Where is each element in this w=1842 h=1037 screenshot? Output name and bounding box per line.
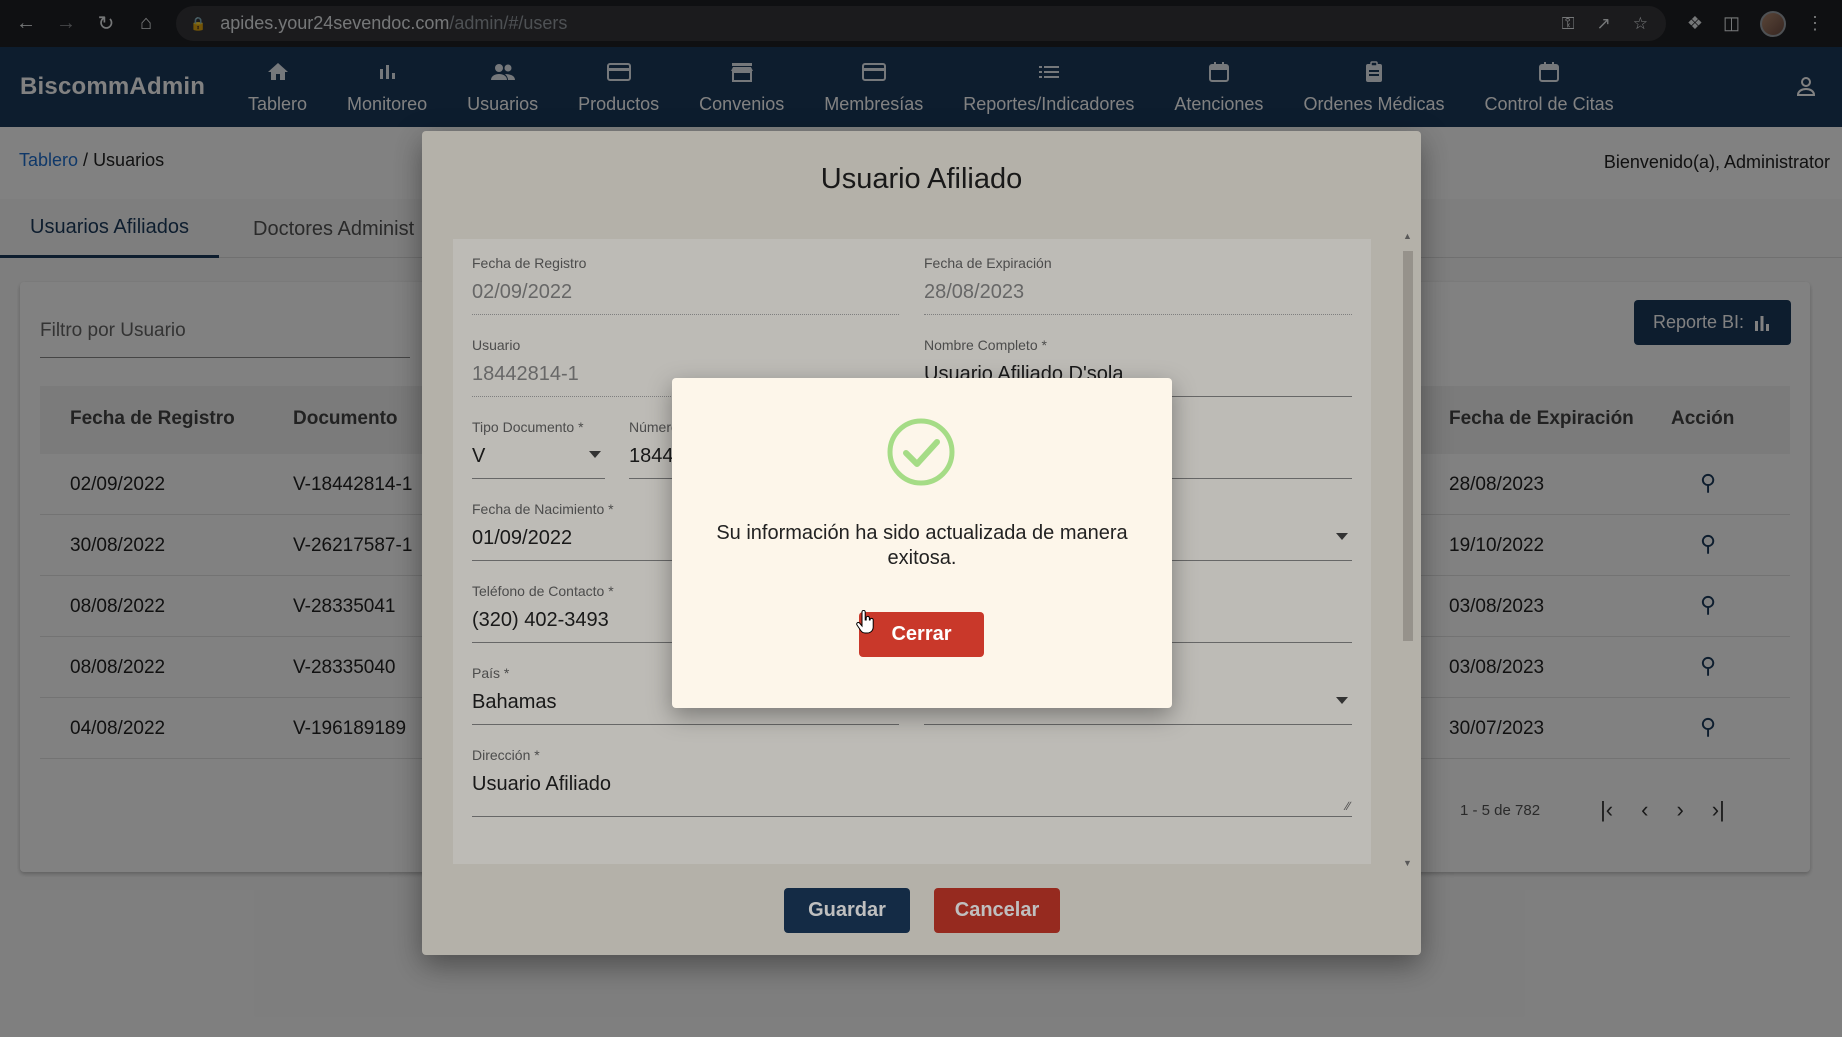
alert-message: Su información ha sido actualizada de ma… [716,522,1128,569]
success-check-icon [887,418,955,486]
hand-cursor-icon [856,610,874,634]
success-alert: Su información ha sido actualizada de ma… [672,378,1172,708]
close-button[interactable]: Cerrar [859,612,984,657]
